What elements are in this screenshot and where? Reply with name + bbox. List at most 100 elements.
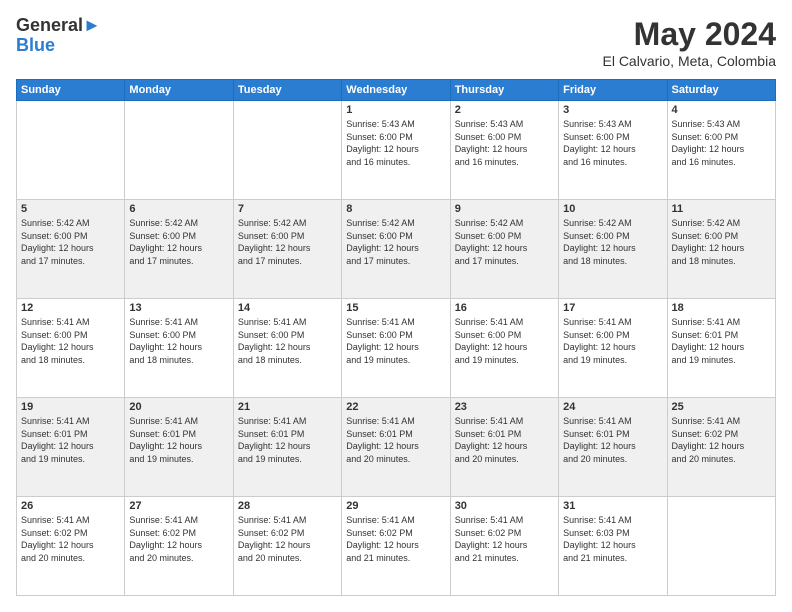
day-number: 2: [455, 104, 554, 116]
table-row: 13 Sunrise: 5:41 AM Sunset: 6:00 PM Dayli…: [125, 299, 233, 398]
table-row: 28 Sunrise: 5:41 AM Sunset: 6:02 PM Dayli…: [233, 497, 341, 596]
table-row: 14Sunrise: 5:41 AM Sunset: 6:00 PM Dayli…: [233, 299, 341, 398]
calendar-header-row: Sunday Monday Tuesday Wednesday Thursday…: [17, 80, 776, 101]
day-info: Sunrise: 5:43 AM Sunset: 6:00 PM Dayligh…: [455, 118, 554, 168]
col-tuesday: Tuesday: [233, 80, 341, 101]
table-row: 30 Sunrise: 5:41 AM Sunset: 6:02 PM Dayli…: [450, 497, 558, 596]
day-info: Sunrise: 5:41 AM Sunset: 6:01 PM Dayligh…: [129, 415, 228, 465]
table-row: 9Sunrise: 5:42 AM Sunset: 6:00 PM Daylig…: [450, 200, 558, 299]
day-number: 4: [672, 104, 771, 116]
day-info: Sunrise: 5:42 AM Sunset: 6:00 PM Dayligh…: [238, 217, 337, 267]
table-row: 27Sunrise: 5:41 AM Sunset: 6:02 PM Dayli…: [125, 497, 233, 596]
table-row: 29 Sunrise: 5:41 AM Sunset: 6:02 PM Dayli…: [342, 497, 450, 596]
calendar-week-row: 5Sunrise: 5:42 AM Sunset: 6:00 PM Daylig…: [17, 200, 776, 299]
table-row: 23 Sunrise: 5:41 AM Sunset: 6:01 PM Dayli…: [450, 398, 558, 497]
day-number: 3: [563, 104, 662, 116]
col-friday: Friday: [559, 80, 667, 101]
table-row: 26 Sunrise: 5:41 AM Sunset: 6:02 PM Dayli…: [17, 497, 125, 596]
day-info: Sunrise: 5:41 AM Sunset: 6:02 PM Dayligh…: [672, 415, 771, 465]
day-info: Sunrise: 5:41 AM Sunset: 6:01 PM Dayligh…: [563, 415, 662, 465]
table-row: 1 Sunrise: 5:43 AM Sunset: 6:00 PM Daylig…: [342, 101, 450, 200]
table-row: 7 Sunrise: 5:42 AM Sunset: 6:00 PM Daylig…: [233, 200, 341, 299]
table-row: 17 Sunrise: 5:41 AM Sunset: 6:00 PM Dayli…: [559, 299, 667, 398]
calendar-week-row: 26 Sunrise: 5:41 AM Sunset: 6:02 PM Dayli…: [17, 497, 776, 596]
col-saturday: Saturday: [667, 80, 775, 101]
calendar-title: May 2024: [602, 16, 776, 53]
day-info: Sunrise: 5:42 AM Sunset: 6:00 PM Dayligh…: [672, 217, 771, 267]
day-number: 23: [455, 401, 554, 413]
title-block: May 2024 El Calvario, Meta, Colombia: [602, 16, 776, 69]
day-info: Sunrise: 5:41 AM Sunset: 6:02 PM Dayligh…: [455, 514, 554, 564]
day-number: 19: [21, 401, 120, 413]
day-number: 31: [563, 500, 662, 512]
table-row: 2 Sunrise: 5:43 AM Sunset: 6:00 PM Daylig…: [450, 101, 558, 200]
day-number: 13: [129, 302, 228, 314]
table-row: 24 Sunrise: 5:41 AM Sunset: 6:01 PM Dayli…: [559, 398, 667, 497]
calendar-subtitle: El Calvario, Meta, Colombia: [602, 53, 776, 69]
day-info: Sunrise: 5:43 AM Sunset: 6:00 PM Dayligh…: [563, 118, 662, 168]
col-sunday: Sunday: [17, 80, 125, 101]
col-thursday: Thursday: [450, 80, 558, 101]
table-row: [233, 101, 341, 200]
day-info: Sunrise: 5:41 AM Sunset: 6:01 PM Dayligh…: [346, 415, 445, 465]
day-number: 30: [455, 500, 554, 512]
table-row: 11 Sunrise: 5:42 AM Sunset: 6:00 PM Dayli…: [667, 200, 775, 299]
day-number: 1: [346, 104, 445, 116]
day-info: Sunrise: 5:41 AM Sunset: 6:00 PM Dayligh…: [455, 316, 554, 366]
table-row: 21Sunrise: 5:41 AM Sunset: 6:01 PM Dayli…: [233, 398, 341, 497]
day-info: Sunrise: 5:41 AM Sunset: 6:02 PM Dayligh…: [129, 514, 228, 564]
table-row: 16 Sunrise: 5:41 AM Sunset: 6:00 PM Dayli…: [450, 299, 558, 398]
day-number: 22: [346, 401, 445, 413]
day-number: 20: [129, 401, 228, 413]
table-row: 4 Sunrise: 5:43 AM Sunset: 6:00 PM Daylig…: [667, 101, 775, 200]
table-row: 22 Sunrise: 5:41 AM Sunset: 6:01 PM Dayli…: [342, 398, 450, 497]
table-row: 19Sunrise: 5:41 AM Sunset: 6:01 PM Dayli…: [17, 398, 125, 497]
day-number: 6: [129, 203, 228, 215]
day-info: Sunrise: 5:43 AM Sunset: 6:00 PM Dayligh…: [346, 118, 445, 168]
day-info: Sunrise: 5:41 AM Sunset: 6:01 PM Dayligh…: [455, 415, 554, 465]
day-info: Sunrise: 5:43 AM Sunset: 6:00 PM Dayligh…: [672, 118, 771, 168]
day-info: Sunrise: 5:41 AM Sunset: 6:00 PM Dayligh…: [129, 316, 228, 366]
day-number: 10: [563, 203, 662, 215]
logo-blue: Blue: [16, 36, 101, 56]
day-info: Sunrise: 5:41 AM Sunset: 6:00 PM Dayligh…: [238, 316, 337, 366]
day-info: Sunrise: 5:41 AM Sunset: 6:00 PM Dayligh…: [563, 316, 662, 366]
day-info: Sunrise: 5:41 AM Sunset: 6:00 PM Dayligh…: [21, 316, 120, 366]
logo: General► Blue: [16, 16, 101, 56]
day-number: 29: [346, 500, 445, 512]
calendar-table: Sunday Monday Tuesday Wednesday Thursday…: [16, 79, 776, 596]
table-row: 12 Sunrise: 5:41 AM Sunset: 6:00 PM Dayli…: [17, 299, 125, 398]
day-info: Sunrise: 5:41 AM Sunset: 6:02 PM Dayligh…: [21, 514, 120, 564]
day-number: 28: [238, 500, 337, 512]
table-row: [667, 497, 775, 596]
day-number: 16: [455, 302, 554, 314]
page: General► Blue May 2024 El Calvario, Meta…: [0, 0, 792, 612]
table-row: 10 Sunrise: 5:42 AM Sunset: 6:00 PM Dayli…: [559, 200, 667, 299]
day-info: Sunrise: 5:41 AM Sunset: 6:02 PM Dayligh…: [238, 514, 337, 564]
day-number: 11: [672, 203, 771, 215]
header: General► Blue May 2024 El Calvario, Meta…: [16, 16, 776, 69]
calendar-week-row: 12 Sunrise: 5:41 AM Sunset: 6:00 PM Dayli…: [17, 299, 776, 398]
table-row: 25Sunrise: 5:41 AM Sunset: 6:02 PM Dayli…: [667, 398, 775, 497]
day-number: 15: [346, 302, 445, 314]
day-number: 24: [563, 401, 662, 413]
day-info: Sunrise: 5:41 AM Sunset: 6:03 PM Dayligh…: [563, 514, 662, 564]
day-info: Sunrise: 5:41 AM Sunset: 6:01 PM Dayligh…: [672, 316, 771, 366]
table-row: [125, 101, 233, 200]
day-info: Sunrise: 5:42 AM Sunset: 6:00 PM Dayligh…: [455, 217, 554, 267]
day-number: 7: [238, 203, 337, 215]
day-info: Sunrise: 5:41 AM Sunset: 6:00 PM Dayligh…: [346, 316, 445, 366]
day-number: 12: [21, 302, 120, 314]
day-info: Sunrise: 5:41 AM Sunset: 6:01 PM Dayligh…: [238, 415, 337, 465]
table-row: 31 Sunrise: 5:41 AM Sunset: 6:03 PM Dayli…: [559, 497, 667, 596]
day-info: Sunrise: 5:42 AM Sunset: 6:00 PM Dayligh…: [129, 217, 228, 267]
table-row: 20 Sunrise: 5:41 AM Sunset: 6:01 PM Dayli…: [125, 398, 233, 497]
day-number: 8: [346, 203, 445, 215]
day-info: Sunrise: 5:41 AM Sunset: 6:02 PM Dayligh…: [346, 514, 445, 564]
logo-icon-triangle: ►: [83, 15, 101, 35]
day-number: 26: [21, 500, 120, 512]
table-row: [17, 101, 125, 200]
day-info: Sunrise: 5:42 AM Sunset: 6:00 PM Dayligh…: [563, 217, 662, 267]
day-info: Sunrise: 5:42 AM Sunset: 6:00 PM Dayligh…: [21, 217, 120, 267]
day-number: 17: [563, 302, 662, 314]
